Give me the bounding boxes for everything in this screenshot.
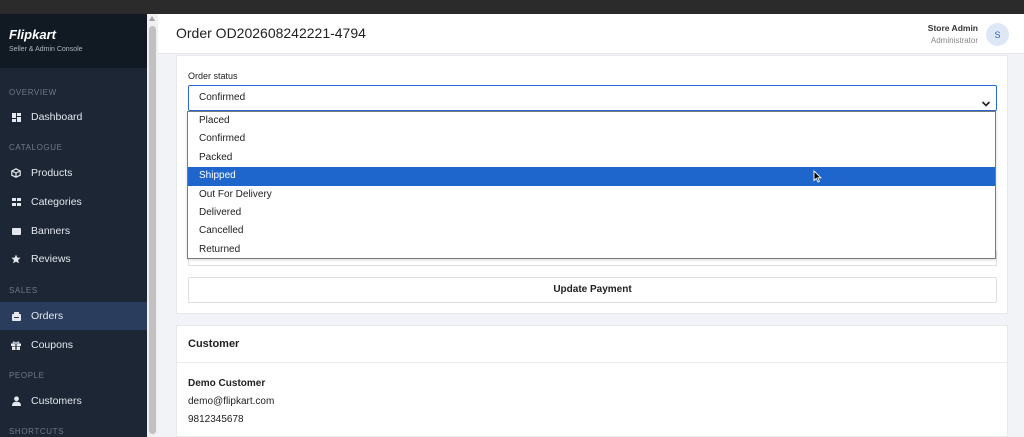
- dashboard-icon: [11, 112, 21, 122]
- sidebar-item-customers[interactable]: Customers: [0, 387, 147, 415]
- customer-name: Demo Customer: [188, 378, 266, 389]
- customer-card: Customer Demo Customer demo@flipkart.com…: [176, 325, 1008, 437]
- status-option-delivered[interactable]: Delivered: [188, 204, 995, 222]
- mouse-cursor-icon: [813, 169, 822, 183]
- sidebar-item-label: Orders: [31, 310, 64, 322]
- window-top-strip: [0, 0, 1024, 14]
- sidebar-item-categories[interactable]: Categories: [0, 188, 147, 216]
- sidebar-item-products[interactable]: Products: [0, 159, 147, 187]
- sidebar-item-banners[interactable]: Banners: [0, 217, 147, 245]
- grid-icon: [11, 197, 21, 207]
- section-catalogue: CATALOGUE: [9, 143, 63, 152]
- status-option-shipped[interactable]: Shipped: [188, 167, 995, 186]
- section-overview: OVERVIEW: [9, 88, 57, 97]
- sidebar-item-label: Categories: [31, 196, 82, 208]
- sidebar-item-label: Reviews: [31, 253, 71, 265]
- brand: Flipkart Seller & Admin Console: [0, 14, 147, 68]
- sidebar-item-orders[interactable]: Orders: [0, 302, 147, 330]
- status-option-returned[interactable]: Returned: [188, 241, 995, 259]
- status-option-cancelled[interactable]: Cancelled: [188, 222, 995, 240]
- sidebar-item-label: Coupons: [31, 339, 74, 351]
- scroll-thumb[interactable]: [149, 26, 156, 434]
- sidebar-item-label: Customers: [31, 395, 82, 407]
- user-role: Administrator: [930, 36, 978, 45]
- gift-icon: [11, 340, 21, 350]
- order-status-select[interactable]: Confirmed: [188, 85, 997, 111]
- page-title: Order OD202608242221-4794: [176, 25, 366, 41]
- order-status-dropdown: Placed Confirmed Packed Shipped Out For …: [187, 111, 996, 259]
- status-option-packed[interactable]: Packed: [188, 149, 995, 167]
- avatar[interactable]: S: [986, 23, 1009, 46]
- sidebar-item-coupons[interactable]: Coupons: [0, 331, 147, 359]
- sidebar-item-label: Products: [31, 167, 73, 179]
- chevron-down-icon: [981, 94, 991, 107]
- status-option-confirmed[interactable]: Confirmed: [188, 130, 995, 148]
- sidebar-item-label: Banners: [31, 225, 71, 237]
- section-shortcuts: SHORTCUTS: [9, 427, 65, 436]
- brand-subtitle: Seller & Admin Console: [9, 46, 83, 53]
- sidebar-scrollbar[interactable]: [147, 14, 158, 437]
- customer-card-title: Customer: [188, 338, 240, 350]
- star-icon: [11, 254, 21, 264]
- customer-phone: 9812345678: [188, 414, 244, 425]
- box-icon: [11, 168, 21, 178]
- banner-icon: [11, 226, 21, 236]
- brand-logo: Flipkart: [9, 27, 56, 42]
- user-name: Store Admin: [927, 23, 978, 33]
- section-sales: SALES: [9, 286, 38, 295]
- order-status-value: Confirmed: [199, 92, 246, 103]
- divider: [177, 362, 1007, 363]
- page-header: Order OD202608242221-4794 Store Admin Ad…: [158, 14, 1024, 54]
- user-icon: [11, 396, 21, 406]
- sidebar: Flipkart Seller & Admin Console OVERVIEW…: [0, 14, 147, 437]
- orders-icon: [11, 311, 21, 321]
- sidebar-item-label: Dashboard: [31, 111, 83, 123]
- scroll-up-icon[interactable]: [149, 16, 155, 21]
- order-status-label: Order status: [188, 71, 238, 81]
- sidebar-item-dashboard[interactable]: Dashboard: [0, 103, 147, 131]
- section-people: PEOPLE: [9, 371, 45, 380]
- update-payment-button[interactable]: Update Payment: [188, 277, 997, 303]
- sidebar-item-reviews[interactable]: Reviews: [0, 245, 147, 273]
- status-option-placed[interactable]: Placed: [188, 112, 995, 130]
- status-option-out-for-delivery[interactable]: Out For Delivery: [188, 186, 995, 204]
- customer-email: demo@flipkart.com: [188, 396, 275, 407]
